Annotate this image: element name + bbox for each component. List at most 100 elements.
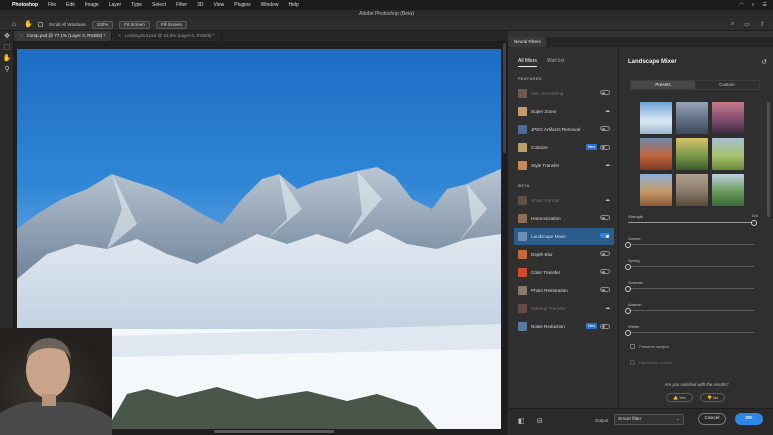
menu-view[interactable]: View bbox=[214, 2, 225, 8]
move-tool-icon[interactable]: ✥ bbox=[0, 31, 14, 42]
feedback-yes-button[interactable]: 👍 Yes bbox=[666, 393, 693, 402]
layer-preview-icon[interactable]: ⊟ bbox=[537, 417, 543, 425]
reset-icon[interactable]: ↺ bbox=[761, 58, 767, 66]
filter-item-jpeg-artifacts-removal[interactable]: JPEG Artifacts Removal bbox=[514, 121, 614, 138]
filter-list: All filters Wait list FEATURED Skin Smoo… bbox=[509, 48, 619, 408]
filter-toggle[interactable] bbox=[600, 144, 610, 150]
slider-knob[interactable] bbox=[625, 307, 631, 314]
share-icon[interactable]: ⇪ bbox=[760, 21, 765, 28]
menu-type[interactable]: Type bbox=[131, 2, 142, 8]
preset-thumb-8[interactable] bbox=[676, 174, 708, 206]
neural-filters-tab-label[interactable]: Neural Filters bbox=[509, 37, 546, 47]
slider-knob[interactable] bbox=[625, 241, 631, 248]
filter-toggle[interactable] bbox=[600, 233, 610, 238]
menu-filter[interactable]: Filter bbox=[176, 2, 187, 8]
slider-knob[interactable] bbox=[625, 285, 631, 292]
zoom-100-button[interactable]: 100% bbox=[91, 20, 114, 29]
filter-item-color-transfer[interactable]: Color Transfer bbox=[514, 264, 614, 281]
preset-thumb-7[interactable] bbox=[640, 174, 672, 206]
slider-knob[interactable] bbox=[625, 263, 631, 270]
hand-tool-icon[interactable]: ✋ bbox=[24, 21, 33, 29]
preset-thumb-5[interactable] bbox=[676, 138, 708, 170]
preset-thumb-9[interactable] bbox=[712, 174, 744, 206]
tab-comp[interactable]: × Comp.psd @ 77.1% (Layer 3, RGB/8) * bbox=[14, 31, 113, 41]
marquee-tool-icon[interactable]: ⬚ bbox=[0, 42, 14, 53]
filter-item-photo-restoration[interactable]: Photo Restoration bbox=[514, 282, 614, 299]
slider-track[interactable] bbox=[628, 332, 754, 333]
filter-item-smart-portrait[interactable]: Smart Portrait ☁ bbox=[514, 192, 614, 209]
filter-item-noise-reduction[interactable]: Noise Reduction New bbox=[514, 318, 614, 335]
checkbox-box[interactable] bbox=[630, 360, 635, 365]
close-icon[interactable]: × bbox=[20, 33, 23, 38]
filter-item-depth-blur[interactable]: Depth Blur bbox=[514, 246, 614, 263]
ok-button[interactable]: OK bbox=[735, 413, 763, 425]
home-icon[interactable]: ⌂ bbox=[10, 21, 18, 29]
slider-knob[interactable] bbox=[625, 329, 631, 336]
vertical-scrollbar[interactable] bbox=[503, 43, 506, 153]
menu-image[interactable]: Image bbox=[85, 2, 99, 8]
filter-toggle[interactable] bbox=[600, 251, 610, 256]
hand-tool-icon[interactable]: ✋ bbox=[0, 53, 14, 64]
checkbox-box[interactable] bbox=[630, 344, 635, 349]
filter-toggle[interactable] bbox=[600, 323, 610, 329]
filter-item-landscape-mixer[interactable]: Landscape Mixer bbox=[514, 228, 614, 245]
tab-presets[interactable]: Presets bbox=[631, 81, 695, 89]
search-icon[interactable]: ⌕ bbox=[731, 21, 734, 28]
menu-layer[interactable]: Layer bbox=[109, 2, 122, 8]
preset-thumb-1[interactable] bbox=[640, 102, 672, 134]
zoom-tool-icon[interactable]: ⚲ bbox=[0, 64, 14, 75]
compare-icon[interactable]: ◧ bbox=[518, 417, 525, 425]
menu-plugins[interactable]: Plugins bbox=[234, 2, 250, 8]
menu-window[interactable]: Window bbox=[261, 2, 279, 8]
menu-select[interactable]: Select bbox=[152, 2, 166, 8]
slider-knob[interactable] bbox=[751, 219, 757, 226]
search-icon[interactable]: ⌕ bbox=[752, 2, 755, 8]
preserve-subject-checkbox[interactable]: Preserve subject bbox=[630, 344, 669, 349]
filter-item-makeup-transfer[interactable]: Makeup Transfer ☁ bbox=[514, 300, 614, 317]
horizontal-scrollbar[interactable] bbox=[214, 430, 334, 433]
filter-item-style-transfer[interactable]: Style Transfer ☁ bbox=[514, 157, 614, 174]
tab-lookingout[interactable]: × LookingOut.psd @ 63.5% (Layer 0, RGB/8)… bbox=[112, 31, 222, 41]
slider-track[interactable] bbox=[628, 288, 754, 289]
filter-item-super-zoom[interactable]: Super Zoom ☁ bbox=[514, 103, 614, 120]
cloud-download-icon[interactable]: ☁ bbox=[605, 162, 610, 168]
menu-edit[interactable]: Edit bbox=[66, 2, 75, 8]
slider-track[interactable] bbox=[628, 244, 754, 245]
filter-toggle[interactable] bbox=[600, 126, 610, 131]
cancel-button[interactable]: Cancel bbox=[698, 413, 726, 425]
close-icon[interactable]: × bbox=[118, 33, 121, 38]
filter-toggle[interactable] bbox=[600, 90, 610, 95]
tab-custom[interactable]: Custom bbox=[695, 81, 759, 89]
fill-screen-button[interactable]: Fill Screen bbox=[155, 20, 188, 29]
menu-app[interactable]: Photoshop bbox=[12, 2, 38, 8]
cloud-download-icon[interactable]: ☁ bbox=[605, 197, 610, 203]
preset-thumb-4[interactable] bbox=[640, 138, 672, 170]
menu-help[interactable]: Help bbox=[288, 2, 298, 8]
wifi-icon[interactable]: ◠ bbox=[739, 2, 743, 8]
slider-track[interactable] bbox=[628, 266, 754, 267]
preset-thumb-2[interactable] bbox=[676, 102, 708, 134]
preset-thumb-3[interactable] bbox=[712, 102, 744, 134]
scroll-all-windows-checkbox[interactable] bbox=[38, 22, 43, 27]
tab-all-filters[interactable]: All filters bbox=[518, 58, 537, 67]
fit-screen-button[interactable]: Fit Screen bbox=[119, 20, 150, 29]
slider-track[interactable] bbox=[628, 310, 754, 311]
control-center-icon[interactable]: ☰ bbox=[763, 2, 767, 8]
output-select[interactable]: Smart filter ⌄ bbox=[614, 414, 684, 425]
tab-wait-list[interactable]: Wait list bbox=[547, 58, 564, 67]
filter-item-skin-smoothing[interactable]: Skin Smoothing bbox=[514, 85, 614, 102]
feedback-no-button[interactable]: 👎 No bbox=[700, 393, 726, 402]
filter-toggle[interactable] bbox=[600, 269, 610, 274]
menu-3d[interactable]: 3D bbox=[197, 2, 203, 8]
preset-thumb-6[interactable] bbox=[712, 138, 744, 170]
filter-item-harmonization[interactable]: Harmonization bbox=[514, 210, 614, 227]
menu-file[interactable]: File bbox=[48, 2, 56, 8]
workspace-icon[interactable]: ▭ bbox=[744, 21, 750, 28]
cloud-download-icon[interactable]: ☁ bbox=[605, 108, 610, 114]
filter-item-colorize[interactable]: Colorize New bbox=[514, 139, 614, 156]
settings-scrollbar[interactable] bbox=[767, 102, 770, 217]
harmonize-subject-checkbox[interactable]: Harmonize subject bbox=[630, 360, 672, 365]
cloud-download-icon[interactable]: ☁ bbox=[605, 305, 610, 311]
filter-toggle[interactable] bbox=[600, 215, 610, 220]
filter-toggle[interactable] bbox=[600, 287, 610, 292]
